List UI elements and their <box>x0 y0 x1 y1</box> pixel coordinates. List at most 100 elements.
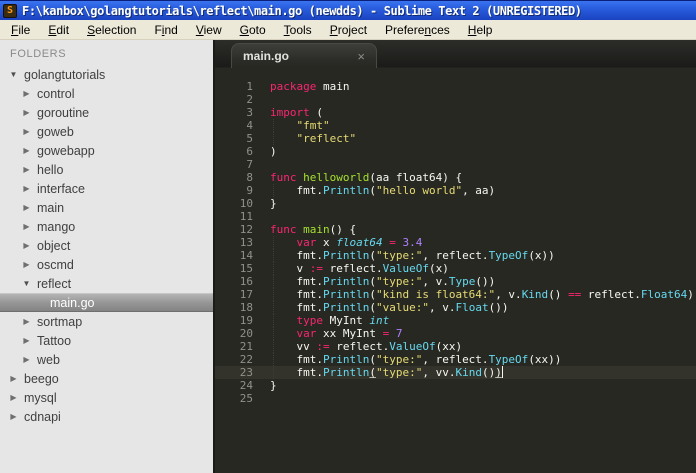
indent-guide <box>273 119 274 132</box>
line-number: 13 <box>239 236 253 249</box>
tree-folder-hello[interactable]: ▶ hello <box>0 160 213 179</box>
chevron-right-icon[interactable]: ▶ <box>21 336 32 345</box>
code-line-8[interactable]: 8 func helloworld(aa float64) { <box>215 171 696 184</box>
tree-folder-main[interactable]: ▶ main <box>0 198 213 217</box>
code-line-16[interactable]: 16 fmt.Println("type:", v.Type()) <box>215 275 696 288</box>
chevron-right-icon[interactable]: ▶ <box>21 203 32 212</box>
tree-item-label: main <box>37 200 65 215</box>
chevron-right-icon[interactable]: ▶ <box>21 260 32 269</box>
tree-file-main.go[interactable]: main.go <box>0 293 213 312</box>
chevron-right-icon[interactable]: ▶ <box>21 222 32 231</box>
tree-item-label: interface <box>37 181 85 196</box>
tree-folder-mango[interactable]: ▶ mango <box>0 217 213 236</box>
tab-main-go[interactable]: main.go × <box>231 43 377 68</box>
menu-item-preferences[interactable]: Preferences <box>376 21 459 39</box>
chevron-right-icon[interactable]: ▶ <box>8 412 19 421</box>
code-line-5[interactable]: 5 "reflect" <box>215 132 696 145</box>
menu-item-help[interactable]: Help <box>459 21 502 39</box>
line-number: 19 <box>239 314 253 327</box>
chevron-right-icon[interactable]: ▶ <box>21 108 32 117</box>
line-text: "reflect" <box>296 132 357 145</box>
code-line-10[interactable]: 10} <box>215 197 696 210</box>
line-number: 22 <box>239 353 253 366</box>
title-bar[interactable]: S F:\kanbox\golangtutorials\reflect\main… <box>0 0 696 20</box>
code-line-6[interactable]: 6) <box>215 145 696 158</box>
code-line-15[interactable]: 15 v := reflect.ValueOf(x) <box>215 262 696 275</box>
window-title: F:\kanbox\golangtutorials\reflect\main.g… <box>22 3 582 18</box>
code-line-1[interactable]: 1 package main <box>215 80 696 93</box>
code-line-9[interactable]: 9 fmt.Println("hello world", aa) <box>215 184 696 197</box>
line-number: 7 <box>246 158 253 171</box>
tree-folder-cdnapi[interactable]: ▶ cdnapi <box>0 407 213 426</box>
code-line-22[interactable]: 22 fmt.Println("type:", reflect.TypeOf(x… <box>215 353 696 366</box>
tree-folder-oscmd[interactable]: ▶ oscmd <box>0 255 213 274</box>
tab-close-icon[interactable]: × <box>357 50 365 63</box>
menu-item-project[interactable]: Project <box>321 21 376 39</box>
tree-item-label: sortmap <box>37 314 83 329</box>
chevron-right-icon[interactable]: ▶ <box>21 165 32 174</box>
menu-item-tools[interactable]: Tools <box>275 21 321 39</box>
tree-folder-reflect[interactable]: ▼ reflect <box>0 274 213 293</box>
menu-item-view[interactable]: View <box>187 21 231 39</box>
chevron-right-icon[interactable]: ▶ <box>21 317 32 326</box>
tree-folder-control[interactable]: ▶ control <box>0 84 213 103</box>
code-line-18[interactable]: 18 fmt.Println("value:", v.Float()) <box>215 301 696 314</box>
tree-folder-goroutine[interactable]: ▶ goroutine <box>0 103 213 122</box>
chevron-right-icon[interactable]: ▶ <box>21 241 32 250</box>
line-number: 6 <box>246 145 253 158</box>
tree-folder-object[interactable]: ▶ object <box>0 236 213 255</box>
tree-folder-interface[interactable]: ▶ interface <box>0 179 213 198</box>
code-line-11[interactable]: 11 <box>215 210 696 223</box>
chevron-right-icon[interactable]: ▶ <box>21 184 32 193</box>
code-line-25[interactable]: 25 <box>215 392 696 405</box>
code-line-13[interactable]: 13 var x float64 = 3.4 <box>215 236 696 249</box>
code-editor[interactable]: 1 package main 2 3 import (4 "fmt" 5 "reflect… <box>215 68 696 473</box>
menu-item-goto[interactable]: Goto <box>231 21 275 39</box>
tree-folder-gowebapp[interactable]: ▶ gowebapp <box>0 141 213 160</box>
tree-folder-web[interactable]: ▶ web <box>0 350 213 369</box>
code-line-17[interactable]: 17 fmt.Println("kind is float64:", v.Kin… <box>215 288 696 301</box>
tree-folder-golangtutorials[interactable]: ▼ golangtutorials <box>0 65 213 84</box>
chevron-right-icon[interactable]: ▶ <box>8 393 19 402</box>
chevron-right-icon[interactable]: ▶ <box>8 374 19 383</box>
tree-item-label: gowebapp <box>37 143 95 158</box>
tree-folder-mysql[interactable]: ▶ mysql <box>0 388 213 407</box>
tree-folder-sortmap[interactable]: ▶ sortmap <box>0 312 213 331</box>
chevron-down-icon[interactable]: ▼ <box>8 70 19 79</box>
line-text: v := reflect.ValueOf(x) <box>270 262 449 275</box>
code-line-21[interactable]: 21 vv := reflect.ValueOf(xx) <box>215 340 696 353</box>
code-line-2[interactable]: 2 <box>215 93 696 106</box>
line-text: fmt.Println("hello world", aa) <box>270 184 496 197</box>
chevron-right-icon[interactable]: ▶ <box>21 355 32 364</box>
chevron-right-icon[interactable]: ▶ <box>21 89 32 98</box>
code-line-20[interactable]: 20 var xx MyInt = 7 <box>215 327 696 340</box>
chevron-right-icon[interactable]: ▶ <box>21 146 32 155</box>
code-line-19[interactable]: 19 type MyInt int <box>215 314 696 327</box>
code-line-23[interactable]: 23 fmt.Println("type:", vv.Kind()) <box>215 366 696 379</box>
code-line-3[interactable]: 3 import ( <box>215 106 696 119</box>
code-line-24[interactable]: 24} <box>215 379 696 392</box>
chevron-right-icon[interactable]: ▶ <box>21 127 32 136</box>
tree-item-label: goroutine <box>37 105 90 120</box>
code-line-4[interactable]: 4 "fmt" <box>215 119 696 132</box>
tree-folder-goweb[interactable]: ▶ goweb <box>0 122 213 141</box>
menu-item-edit[interactable]: Edit <box>39 21 78 39</box>
menu-item-find[interactable]: Find <box>145 21 186 39</box>
menu-item-selection[interactable]: Selection <box>78 21 145 39</box>
line-number: 1 <box>246 80 253 93</box>
chevron-down-icon[interactable]: ▼ <box>21 279 32 288</box>
tree-item-label: golangtutorials <box>24 67 106 82</box>
tree-item-label: mango <box>37 219 76 234</box>
sublime-window: S F:\kanbox\golangtutorials\reflect\main… <box>0 0 696 473</box>
tree-folder-beego[interactable]: ▶ beego <box>0 369 213 388</box>
line-number: 21 <box>239 340 253 353</box>
line-text <box>253 93 270 106</box>
code-line-12[interactable]: 12 func main() { <box>215 223 696 236</box>
tree-folder-tattoo[interactable]: ▶ Tattoo <box>0 331 213 350</box>
indent-guide <box>273 262 274 275</box>
code-line-7[interactable]: 7 <box>215 158 696 171</box>
code-line-14[interactable]: 14 fmt.Println("type:", reflect.TypeOf(x… <box>215 249 696 262</box>
menu-item-file[interactable]: File <box>2 21 39 39</box>
line-text: var x float64 = 3.4 <box>296 236 423 249</box>
line-number: 18 <box>239 301 253 314</box>
